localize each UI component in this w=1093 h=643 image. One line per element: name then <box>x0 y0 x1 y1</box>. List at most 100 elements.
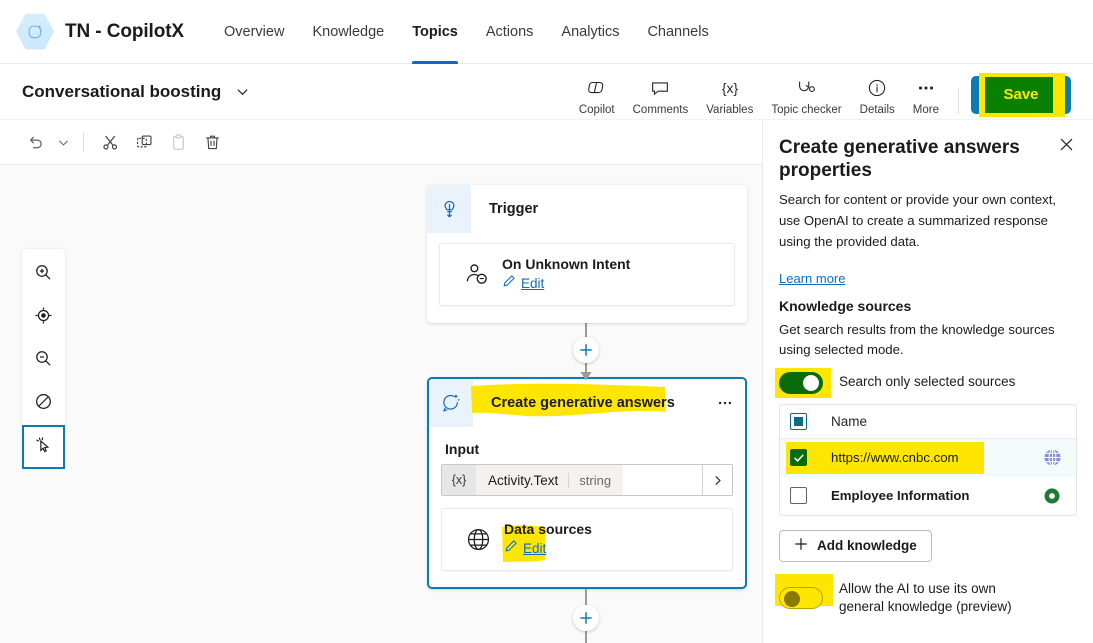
knowledge-sources-subtext: Get search results from the knowledge so… <box>779 321 1055 357</box>
search-only-selected-label: Search only selected sources <box>839 374 1016 390</box>
trigger-icon <box>427 185 471 233</box>
variable-token-icon: {x} <box>442 465 476 495</box>
table-row[interactable]: https://www.cnbc.com <box>780 438 1076 477</box>
globe-website-icon <box>1038 447 1066 468</box>
details-button[interactable]: Details <box>851 71 904 120</box>
select-all-checkbox[interactable] <box>790 412 807 430</box>
search-only-selected-row: Search only selected sources <box>763 360 1093 398</box>
magnifier-minus-icon <box>34 349 53 373</box>
copilot-button[interactable]: Copilot <box>570 71 624 120</box>
trigger-subcard[interactable]: On Unknown Intent Edit <box>439 243 735 306</box>
topic-checker-label: Topic checker <box>771 103 842 116</box>
add-node-button-2[interactable] <box>573 605 599 631</box>
trigger-edit-row[interactable]: Edit <box>502 274 724 293</box>
knowledge-sources-heading: Knowledge sources <box>779 297 912 314</box>
trigger-node-header: Trigger <box>427 185 747 233</box>
zoom-in-button[interactable] <box>22 253 65 296</box>
trigger-subcard-title: On Unknown Intent <box>502 256 631 272</box>
answers-node-header: Create generative answers <box>429 379 745 427</box>
trigger-node[interactable]: Trigger On Unknown Intent Edit <box>427 185 747 323</box>
reset-zoom-button[interactable] <box>22 382 65 425</box>
chevron-down-icon[interactable] <box>235 84 250 99</box>
variables-button[interactable]: {x} Variables <box>697 71 762 120</box>
dataverse-icon <box>1038 486 1066 506</box>
info-icon <box>866 77 888 99</box>
trigger-node-title: Trigger <box>489 201 539 217</box>
input-field-row[interactable]: {x} Activity.Text string <box>441 464 733 496</box>
more-button[interactable]: More <box>904 71 948 120</box>
row-checkbox[interactable] <box>790 487 807 505</box>
answers-node-more-ellipsis-icon[interactable] <box>705 379 745 427</box>
general-knowledge-toggle[interactable] <box>779 586 823 609</box>
comments-button[interactable]: Comments <box>624 71 698 120</box>
edit-toolbar <box>0 120 762 165</box>
pointer-tool-button[interactable] <box>22 425 65 469</box>
properties-panel: Create generative answers properties Sea… <box>762 120 1093 643</box>
trigger-subcard-body: On Unknown Intent Edit <box>502 256 724 293</box>
add-knowledge-label: Add knowledge <box>817 538 917 554</box>
row-checkbox[interactable] <box>790 449 807 467</box>
input-value: Activity.Text <box>488 472 559 488</box>
answers-node-title: Create generative answers <box>471 379 705 427</box>
toolbar-divider <box>958 87 959 114</box>
add-knowledge-button[interactable]: Add knowledge <box>779 529 932 562</box>
check-icon <box>793 454 804 462</box>
learn-more-link[interactable]: Learn more <box>763 253 845 286</box>
trash-icon[interactable] <box>195 126 229 158</box>
nav-item-topics[interactable]: Topics <box>398 0 472 64</box>
undo-icon[interactable] <box>18 126 52 158</box>
fit-to-view-button[interactable] <box>22 296 65 339</box>
data-sources-title: Data sources <box>504 521 592 537</box>
nav-item-actions[interactable]: Actions <box>472 0 548 64</box>
variables-icon: {x} <box>717 77 743 99</box>
details-label: Details <box>859 103 895 116</box>
close-icon[interactable] <box>1051 136 1081 166</box>
knowledge-sources-table: Name https://www.cnbc.com Employee Infor… <box>779 403 1077 516</box>
nav-item-overview[interactable]: Overview <box>210 0 298 64</box>
clipboard-paste-icon[interactable] <box>161 126 195 158</box>
column-header-name: Name <box>831 413 868 429</box>
app-title: TN - CopilotX <box>65 20 185 42</box>
comments-label: Comments <box>632 103 689 116</box>
panel-header: Create generative answers properties <box>763 120 1093 182</box>
create-generative-answers-node[interactable]: Create generative answers Input {x} Acti… <box>427 377 747 589</box>
scissors-icon[interactable] <box>93 126 127 158</box>
command-bar-tools: Copilot Comments {x} Variables Topic che… <box>570 64 1093 120</box>
magnifier-plus-icon <box>34 263 53 287</box>
variables-label: Variables <box>706 103 754 116</box>
panel-title: Create generative answers properties <box>779 137 1020 182</box>
data-sources-edit-link[interactable]: Edit <box>523 541 546 556</box>
answers-node-title-text: Create generative answers <box>491 395 675 411</box>
pencil-icon <box>502 274 516 293</box>
undo-history-chevron-down-icon[interactable] <box>52 126 74 158</box>
data-sources-edit-row[interactable]: Edit <box>502 525 722 562</box>
toolbar-divider <box>83 132 84 152</box>
svg-text:{x}: {x} <box>722 80 739 96</box>
canvas-zoom-toolbar <box>22 249 65 469</box>
table-row[interactable]: Employee Information <box>780 477 1076 515</box>
input-type: string <box>568 472 611 488</box>
topic-title: Conversational boosting <box>22 81 222 101</box>
toggle-knob <box>803 374 819 391</box>
globe-icon <box>452 526 504 553</box>
topic-checker-button[interactable]: Topic checker <box>762 71 850 120</box>
generative-answers-icon <box>429 379 473 427</box>
nav-item-channels[interactable]: Channels <box>633 0 722 64</box>
search-only-selected-toggle[interactable] <box>779 371 823 394</box>
zoom-out-button[interactable] <box>22 339 65 382</box>
target-icon <box>34 306 53 330</box>
row-name: Employee Information <box>831 488 970 504</box>
chevron-right-icon[interactable] <box>702 465 732 495</box>
save-button[interactable] <box>971 75 1071 114</box>
copy-icon[interactable] <box>127 126 161 158</box>
nav-item-analytics[interactable]: Analytics <box>547 0 633 64</box>
nav-item-knowledge[interactable]: Knowledge <box>298 0 398 64</box>
trigger-edit-link[interactable]: Edit <box>521 276 544 291</box>
panel-description: Search for content or provide your own c… <box>779 192 1057 250</box>
topic-authoring-canvas[interactable]: Trigger On Unknown Intent Edit Create ge… <box>0 165 762 643</box>
row-name: https://www.cnbc.com <box>831 450 959 466</box>
add-node-button-1[interactable] <box>573 337 599 363</box>
comment-icon <box>649 77 671 99</box>
data-sources-subcard[interactable]: Data sources Edit <box>441 508 733 571</box>
pencil-icon <box>504 539 518 558</box>
